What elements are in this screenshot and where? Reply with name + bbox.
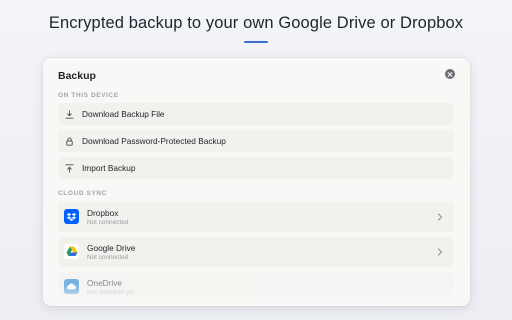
google-drive-icon bbox=[64, 244, 79, 259]
upload-icon bbox=[65, 163, 74, 173]
onedrive-icon bbox=[64, 279, 79, 294]
dropbox-status: Not connected bbox=[87, 219, 129, 226]
dropbox-name: Dropbox bbox=[87, 208, 119, 218]
import-backup-label: Import Backup bbox=[82, 163, 136, 173]
onedrive-name: OneDrive bbox=[87, 278, 123, 288]
google-drive-name: Google Drive bbox=[87, 243, 136, 253]
section-label-cloud: CLOUD SYNC bbox=[58, 190, 107, 197]
download-password-backup-label: Download Password-Protected Backup bbox=[82, 136, 226, 146]
google-drive-status: Not connected bbox=[87, 254, 129, 261]
dialog-title: Backup bbox=[58, 70, 96, 82]
download-password-backup-button[interactable]: Download Password-Protected Backup bbox=[58, 130, 454, 152]
headline-underline bbox=[244, 41, 268, 43]
dropbox-icon bbox=[64, 209, 79, 224]
close-icon[interactable] bbox=[445, 69, 455, 79]
backup-dialog: Backup ON THIS DEVICE Download Backup Fi… bbox=[43, 58, 470, 306]
chevron-right-icon bbox=[438, 248, 443, 256]
chevron-right-icon bbox=[438, 213, 443, 221]
onedrive-row: OneDrive Not available yet bbox=[58, 272, 454, 302]
google-drive-row[interactable]: Google Drive Not connected bbox=[58, 237, 454, 267]
import-backup-button[interactable]: Import Backup bbox=[58, 157, 454, 179]
download-backup-button[interactable]: Download Backup File bbox=[58, 103, 454, 125]
headline: Encrypted backup to your own Google Driv… bbox=[48, 14, 464, 32]
lock-icon bbox=[65, 137, 74, 146]
download-backup-label: Download Backup File bbox=[82, 109, 165, 119]
section-label-local: ON THIS DEVICE bbox=[58, 92, 119, 99]
dropbox-row[interactable]: Dropbox Not connected bbox=[58, 202, 454, 232]
promo-stage: Encrypted backup to your own Google Driv… bbox=[0, 0, 512, 320]
onedrive-status: Not available yet bbox=[87, 289, 135, 296]
download-icon bbox=[65, 109, 74, 119]
